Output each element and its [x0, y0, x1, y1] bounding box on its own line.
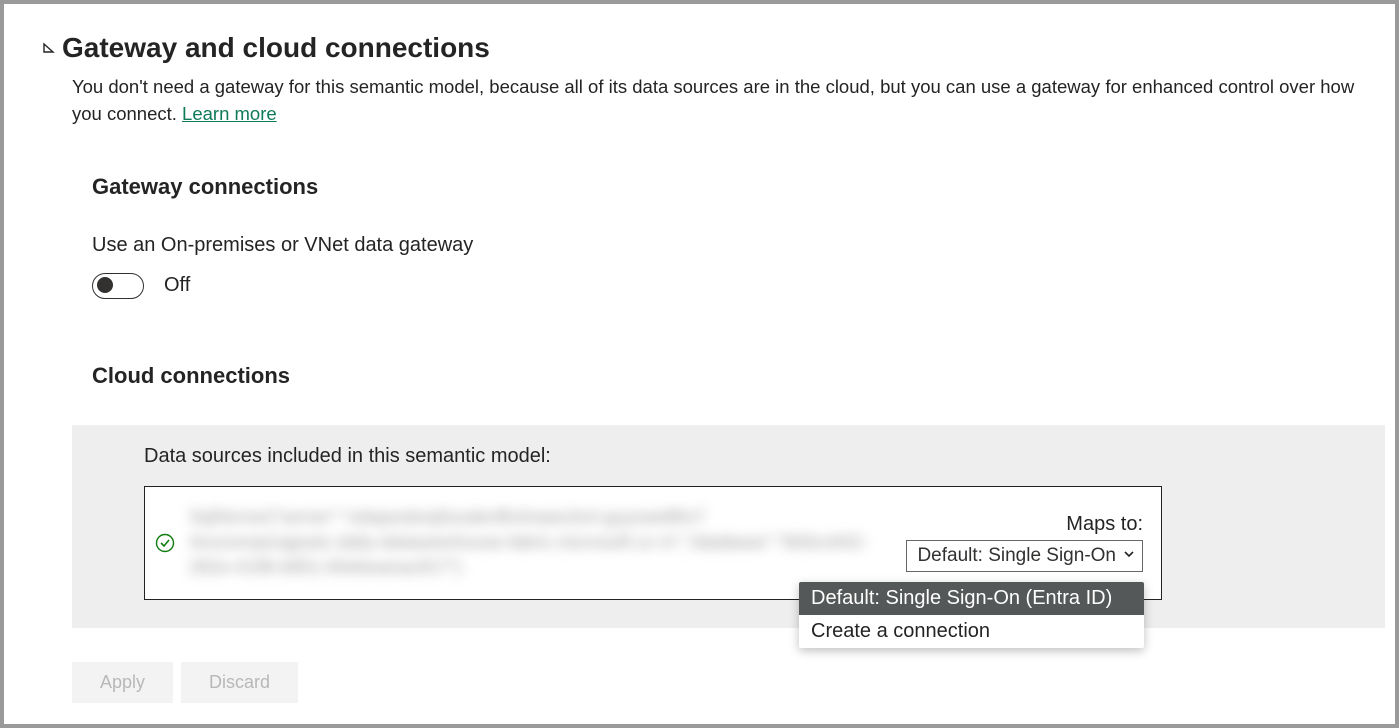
collapse-icon[interactable] — [42, 41, 56, 55]
discard-button[interactable]: Discard — [181, 662, 298, 703]
data-source-row: SqlServer{"server":"xdwpsxbnq5oudenffx4n… — [144, 486, 1162, 600]
chevron-down-icon — [1122, 545, 1136, 567]
toggle-knob — [97, 277, 113, 293]
check-circle-icon — [155, 533, 175, 553]
gateway-toggle[interactable] — [92, 273, 144, 299]
dropdown-option-default-sso[interactable]: Default: Single Sign-On (Entra ID) — [799, 582, 1144, 615]
data-source-connection-string: SqlServer{"server":"xdwpsxbnq5oudenffx4n… — [189, 505, 906, 581]
gateway-toggle-label: Use an On-premises or VNet data gateway — [92, 234, 1385, 257]
data-sources-panel: Data sources included in this semantic m… — [72, 425, 1385, 628]
gateway-connections-section: Gateway connections Use an On-premises o… — [92, 174, 1385, 299]
cloud-section-title: Cloud connections — [92, 363, 1385, 389]
maps-to-dropdown: Default: Single Sign-On (Entra ID) Creat… — [799, 582, 1144, 648]
maps-to-label: Maps to: — [1066, 513, 1143, 536]
page-description: You don't need a gateway for this semant… — [72, 74, 1385, 128]
cloud-connections-section: Cloud connections — [92, 363, 1385, 389]
apply-button[interactable]: Apply — [72, 662, 173, 703]
maps-to-select[interactable]: Default: Single Sign-On — [906, 540, 1143, 572]
gateway-section-title: Gateway connections — [92, 174, 1385, 200]
dropdown-option-create-connection[interactable]: Create a connection — [799, 615, 1144, 648]
learn-more-link[interactable]: Learn more — [182, 103, 277, 124]
data-sources-caption: Data sources included in this semantic m… — [144, 445, 1357, 468]
page-title: Gateway and cloud connections — [62, 32, 490, 64]
maps-to-selected-value: Default: Single Sign-On — [917, 545, 1116, 567]
gateway-toggle-state: Off — [164, 274, 190, 297]
